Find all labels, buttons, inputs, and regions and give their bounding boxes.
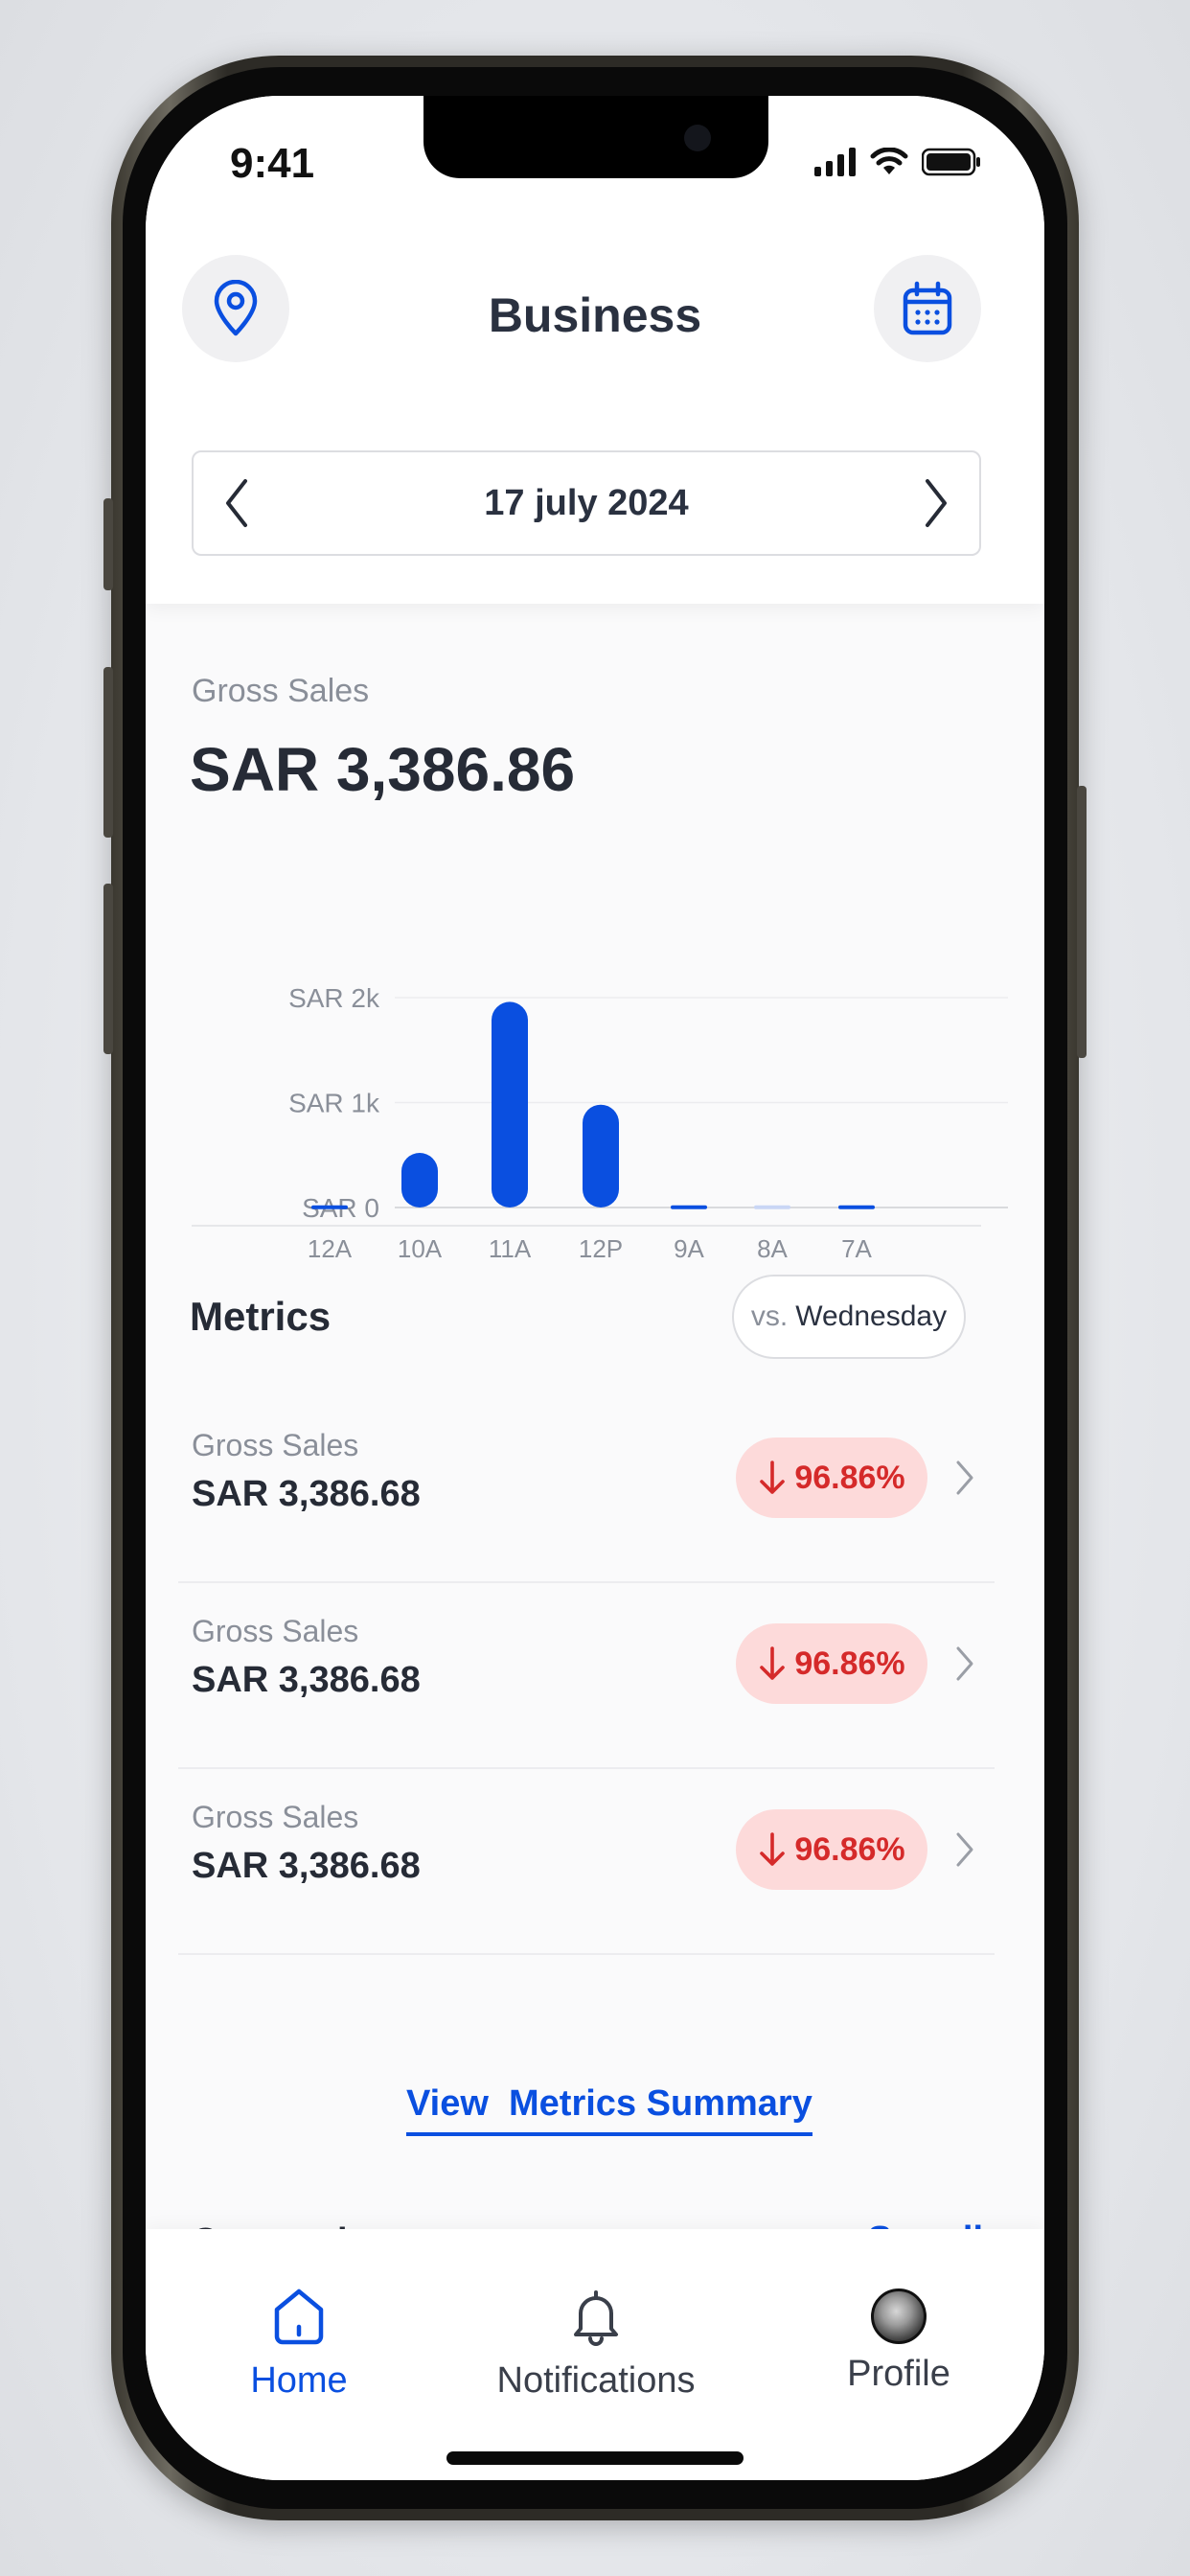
bell-icon — [574, 2290, 618, 2346]
metric-label: Gross Sales — [192, 1800, 359, 1834]
chart-bar[interactable] — [311, 1205, 348, 1209]
x-tick-label: 7A — [841, 1234, 872, 1263]
chevron-right-icon — [956, 1460, 973, 1495]
compare-day: Wednesday — [795, 1300, 948, 1332]
gross-sales-amount: SAR 3,386.86 — [190, 735, 576, 804]
x-tick-label: 8A — [757, 1234, 788, 1263]
arrow-down-icon — [760, 1646, 786, 1680]
power-button — [1077, 786, 1087, 1058]
metric-label: Gross Sales — [192, 1614, 359, 1648]
change-badge: 96.86% — [736, 1438, 927, 1518]
chevron-right-icon[interactable] — [922, 477, 950, 529]
chart-bar[interactable] — [754, 1205, 790, 1209]
home-icon — [274, 2288, 324, 2345]
calendar-icon — [903, 281, 952, 335]
sales-chart-svg: SAR 0SAR 1kSAR 2k12A 10A 11A 12P 9A 8A 7A — [288, 983, 1032, 1263]
change-badge: 96.86% — [736, 1623, 927, 1704]
y-tick-label: SAR 2k — [288, 983, 380, 1013]
chevron-left-icon[interactable] — [222, 477, 251, 529]
change-value: 96.86% — [794, 1644, 905, 1682]
metric-row[interactable]: Gross Sales SAR 3,386.68 96.86% — [178, 1583, 995, 1769]
view-metrics-summary-link[interactable]: View Metrics Summary — [406, 2083, 812, 2136]
metric-label: Gross Sales — [192, 1428, 359, 1462]
sales-chart: SAR 0 SAR 1k SAR 2k 12A 10A 11A 12P 9A 8A 7A — [184, 862, 1032, 1284]
tab-notifications-label: Notifications — [496, 2360, 696, 2401]
tab-profile-label: Profile — [847, 2354, 950, 2394]
metric-value: SAR 3,386.68 — [192, 1846, 421, 1886]
tab-bar: Home Notifications Profile — [146, 2229, 1044, 2480]
chevron-right-icon — [956, 1646, 973, 1681]
mute-switch — [103, 498, 113, 590]
compare-selector[interactable]: vs. Wednesday — [732, 1275, 966, 1359]
chart-bar[interactable] — [583, 1104, 619, 1208]
x-tick-label: 12A — [308, 1234, 353, 1263]
metric-value: SAR 3,386.68 — [192, 1660, 421, 1700]
chart-bar[interactable] — [401, 1153, 438, 1208]
arrow-down-icon — [760, 1832, 786, 1866]
chart-bar[interactable] — [671, 1205, 707, 1209]
tab-home-label: Home — [250, 2360, 348, 2401]
chart-divider — [192, 1225, 981, 1227]
chevron-right-icon — [956, 1832, 973, 1867]
tab-home[interactable]: Home — [174, 2287, 423, 2402]
tab-profile[interactable]: Profile — [774, 2287, 1023, 2395]
home-indicator — [446, 2451, 744, 2465]
tab-notifications[interactable]: Notifications — [471, 2287, 721, 2402]
volume-down-button — [103, 884, 113, 1054]
x-tick-label: 10A — [398, 1234, 443, 1263]
status-time: 9:41 — [230, 140, 315, 187]
wifi-icon — [870, 148, 908, 174]
metric-row[interactable]: Gross Sales SAR 3,386.68 96.86% — [178, 1769, 995, 1955]
change-value: 96.86% — [794, 1459, 905, 1496]
y-tick-label: SAR 1k — [288, 1089, 380, 1118]
selected-date: 17 july 2024 — [484, 482, 689, 523]
metric-row[interactable]: Gross Sales SAR 3,386.68 96.86% — [178, 1397, 995, 1583]
avatar — [871, 2288, 927, 2344]
screen: 9:41 Business 17 july 2024 Gross Sales S… — [146, 96, 1044, 2480]
metric-value: SAR 3,386.68 — [192, 1474, 421, 1514]
signal-icon — [814, 148, 856, 176]
header: 9:41 Business 17 july 2024 — [146, 96, 1044, 604]
change-value: 96.86% — [794, 1830, 905, 1868]
x-tick-label: 9A — [674, 1234, 704, 1263]
gross-sales-label: Gross Sales — [192, 673, 370, 709]
chart-bar[interactable] — [838, 1205, 875, 1209]
metrics-title: Metrics — [190, 1294, 332, 1339]
date-selector: 17 july 2024 — [192, 450, 981, 556]
compare-prefix: vs. — [750, 1300, 789, 1332]
notch — [423, 96, 768, 178]
x-tick-label: 11A — [489, 1234, 532, 1263]
volume-up-button — [103, 667, 113, 838]
change-badge: 96.86% — [736, 1809, 927, 1890]
status-icons — [814, 148, 981, 176]
battery-icon — [922, 148, 980, 176]
arrow-down-icon — [760, 1460, 786, 1494]
x-tick-label: 12P — [579, 1234, 623, 1263]
calendar-button[interactable] — [874, 255, 981, 362]
chart-bar[interactable] — [492, 1001, 528, 1208]
